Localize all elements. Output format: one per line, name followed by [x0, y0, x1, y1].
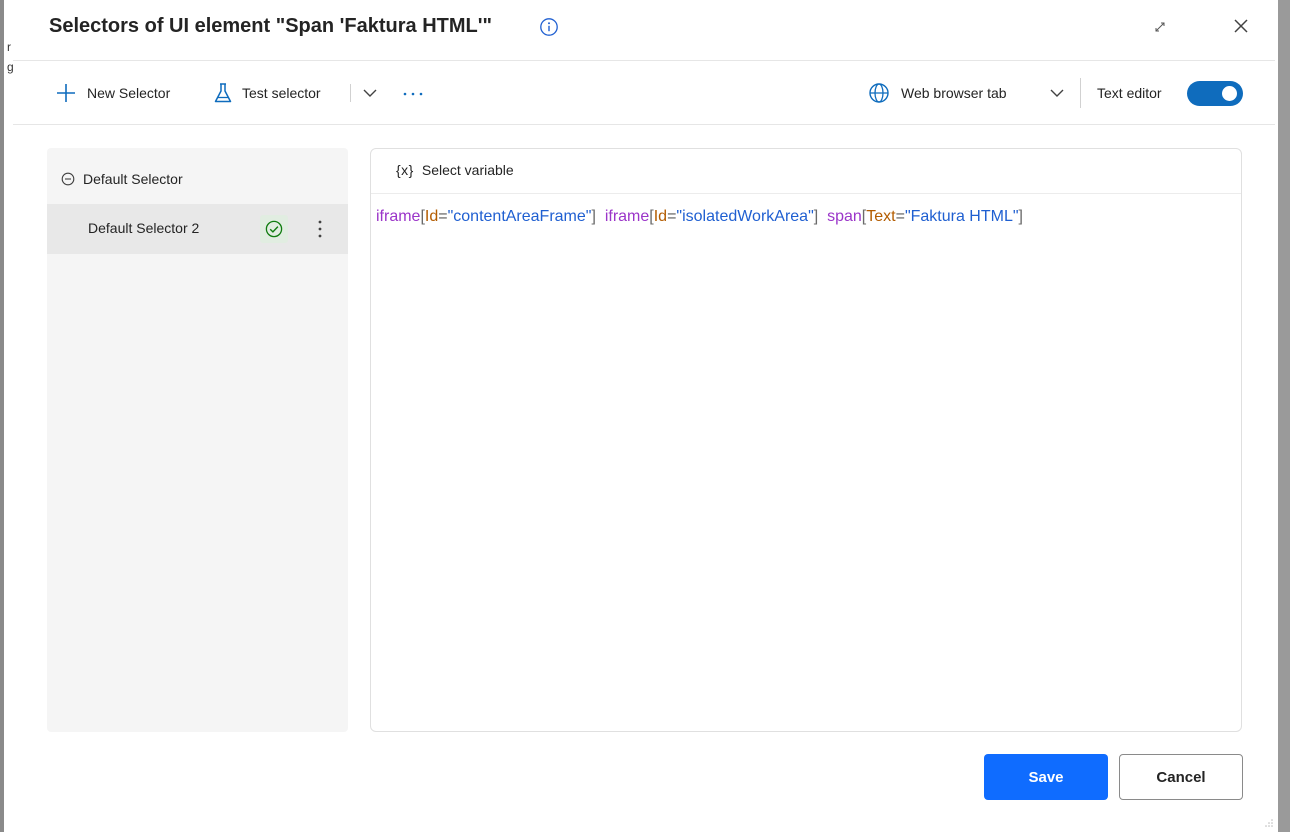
selector-token: "contentAreaFrame": [447, 208, 592, 225]
selector-token: "isolatedWorkArea": [676, 208, 814, 225]
selector-token: iframe: [376, 208, 421, 225]
background-window-border: [0, 0, 4, 832]
more-options-icon[interactable]: [401, 85, 425, 101]
selector-code[interactable]: iframe[Id="contentAreaFrame"] iframe[Id=…: [376, 208, 1023, 226]
selector-item-label: Default Selector 2: [88, 220, 200, 236]
text-editor-label: Text editor: [1097, 85, 1162, 101]
selector-item[interactable]: Default Selector 2: [47, 204, 348, 254]
new-selector-label: New Selector: [87, 85, 171, 101]
selector-list-panel: Default Selector Default Selector 2: [47, 148, 348, 732]
toolbar-separator: [350, 84, 351, 102]
selector-token: Id: [653, 208, 668, 225]
web-browser-tab-label: Web browser tab: [901, 85, 1007, 101]
test-selector-label: Test selector: [242, 85, 321, 101]
chevron-down-icon[interactable]: [1049, 85, 1065, 101]
divider: [13, 124, 1275, 125]
selector-group-label: Default Selector: [83, 171, 183, 187]
save-button[interactable]: Save: [984, 754, 1108, 800]
flask-icon: [214, 83, 232, 103]
selector-token: Id: [424, 208, 439, 225]
collapse-icon[interactable]: [61, 172, 75, 186]
editor-header: {x} Select variable: [371, 149, 1241, 194]
divider: [13, 60, 1275, 61]
background-window-left: r g: [0, 0, 14, 832]
selector-token: iframe: [604, 208, 650, 225]
background-window-border: [1278, 0, 1290, 832]
check-circle-icon: [265, 220, 283, 238]
background-window-right: [1275, 0, 1290, 832]
selector-token: Text: [866, 208, 896, 225]
dialog-footer: Save Cancel: [13, 754, 1275, 802]
selector-token: [596, 208, 605, 225]
selector-token: span: [827, 208, 862, 225]
selector-token: =: [667, 208, 677, 225]
selector-group-default[interactable]: Default Selector: [47, 162, 348, 196]
globe-icon: [869, 83, 889, 103]
selector-token: "Faktura HTML": [904, 208, 1019, 225]
select-variable-label: Select variable: [421, 162, 514, 178]
dialog-titlebar: Selectors of UI element "Span 'Faktura H…: [13, 0, 1275, 60]
background-text-fragment: r: [7, 40, 11, 54]
selector-token: [818, 208, 827, 225]
variable-icon: {x}: [396, 162, 414, 178]
selector-token: =: [895, 208, 905, 225]
valid-status-badge: [260, 215, 288, 243]
web-browser-tab-dropdown[interactable]: Web browser tab: [868, 72, 1007, 114]
text-editor-toggle[interactable]: [1187, 81, 1243, 106]
new-selector-button[interactable]: New Selector: [55, 72, 170, 114]
selector-text-editor[interactable]: {x} Select variable iframe[Id="contentAr…: [370, 148, 1242, 732]
more-vertical-icon[interactable]: [315, 218, 325, 240]
chevron-down-icon[interactable]: [362, 85, 378, 101]
close-icon[interactable]: [1232, 17, 1250, 35]
expand-icon[interactable]: [1152, 19, 1168, 35]
toggle-knob: [1222, 86, 1237, 101]
info-icon[interactable]: [539, 17, 559, 37]
toolbar-separator: [1080, 78, 1081, 108]
selector-token: ]: [1018, 208, 1023, 225]
resize-grip-icon[interactable]: [1262, 816, 1274, 828]
cancel-button[interactable]: Cancel: [1119, 754, 1243, 800]
test-selector-button[interactable]: Test selector: [213, 72, 321, 114]
selector-token: =: [438, 208, 448, 225]
selectors-dialog: Selectors of UI element "Span 'Faktura H…: [13, 0, 1275, 832]
select-variable-button[interactable]: {x} Select variable: [396, 162, 514, 178]
toolbar: New Selector Test selector Web browser t…: [13, 72, 1275, 114]
plus-icon: [57, 84, 75, 102]
dialog-title: Selectors of UI element "Span 'Faktura H…: [49, 15, 493, 37]
